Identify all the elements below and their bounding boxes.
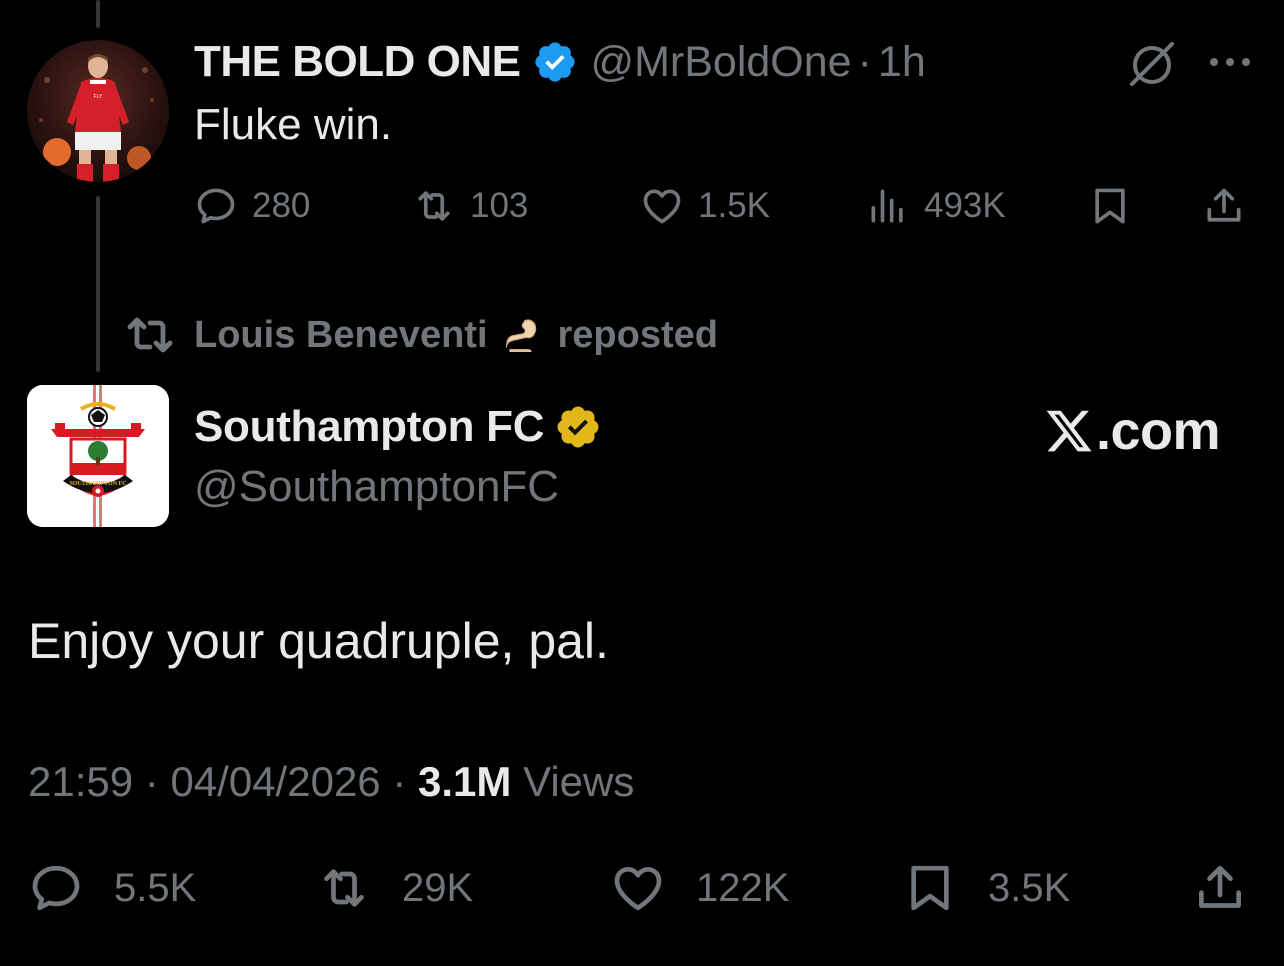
like-button[interactable]: 122K bbox=[610, 856, 789, 920]
svg-text:FLY: FLY bbox=[94, 94, 103, 100]
tweet-time[interactable]: 21:59 bbox=[28, 758, 133, 805]
display-name[interactable]: THE BOLD ONE bbox=[194, 37, 521, 87]
bookmark-button[interactable] bbox=[1088, 178, 1132, 234]
pinched-fingers-emoji bbox=[505, 319, 536, 353]
timestamp[interactable]: 1h bbox=[878, 38, 926, 87]
repost-icon bbox=[418, 191, 450, 221]
separator: · bbox=[144, 758, 159, 805]
share-icon bbox=[1199, 865, 1241, 908]
repost-button[interactable]: 29K bbox=[316, 856, 473, 920]
avatar[interactable]: FLY bbox=[27, 40, 169, 182]
thread-line bbox=[96, 196, 100, 372]
repost-button[interactable]: 103 bbox=[412, 178, 528, 234]
views-count: 3.1M bbox=[418, 758, 512, 805]
tweet-meta: 21:59 · 04/04/2026 · 3.1M Views bbox=[28, 758, 634, 806]
verified-org-badge-icon bbox=[557, 406, 599, 448]
repost-count: 103 bbox=[470, 186, 529, 225]
bookmark-count: 3.5K bbox=[988, 865, 1071, 910]
brand-label: .com bbox=[1096, 401, 1221, 461]
tweet-header: Southampton FC bbox=[194, 400, 602, 454]
views-icon bbox=[871, 189, 903, 223]
bookmark-icon bbox=[1095, 188, 1125, 224]
bookmark-button[interactable]: 3.5K bbox=[902, 856, 1070, 920]
views-label: Views bbox=[523, 758, 635, 805]
share-button[interactable] bbox=[1192, 856, 1248, 920]
like-button[interactable]: 1.5K bbox=[640, 178, 770, 234]
reply-icon bbox=[197, 188, 235, 224]
handle[interactable]: @SouthamptonFC bbox=[194, 462, 559, 512]
x-com-logo[interactable]: .com bbox=[1044, 400, 1221, 462]
x-logo-icon bbox=[1046, 410, 1092, 452]
repost-icon bbox=[324, 869, 364, 907]
tweet-date[interactable]: 04/04/2026 bbox=[170, 758, 380, 805]
bookmark-icon bbox=[911, 865, 949, 911]
like-icon bbox=[614, 867, 662, 911]
reply-button[interactable]: 280 bbox=[194, 178, 310, 234]
repost-count: 29K bbox=[402, 865, 474, 910]
like-count: 122K bbox=[696, 865, 790, 910]
tweet-actions: 280 103 1.5K 493K bbox=[194, 178, 1254, 234]
like-count: 1.5K bbox=[698, 186, 770, 225]
repost-banner[interactable]: Louis Beneventi reposted bbox=[126, 308, 718, 362]
display-name[interactable]: Southampton FC bbox=[194, 402, 544, 452]
views-button[interactable]: 493K bbox=[866, 178, 1006, 234]
grok-icon[interactable] bbox=[1126, 38, 1178, 90]
reposter-name[interactable]: Louis Beneventi bbox=[194, 314, 488, 357]
reply-icon bbox=[32, 865, 80, 911]
tweet-text: Fluke win. bbox=[194, 100, 393, 149]
tweet-text: Enjoy your quadruple, pal. bbox=[28, 613, 609, 669]
separator: · bbox=[857, 37, 872, 86]
handle[interactable]: @MrBoldOne bbox=[590, 38, 851, 87]
share-button[interactable] bbox=[1202, 178, 1246, 234]
svg-text:SOUTHAMPTON FC: SOUTHAMPTON FC bbox=[69, 481, 126, 487]
views-count: 493K bbox=[924, 186, 1006, 225]
like-icon bbox=[643, 189, 681, 224]
separator: · bbox=[392, 758, 407, 805]
tweet-actions: 5.5K 29K 122K 3.5K bbox=[28, 856, 1258, 920]
reply-button[interactable]: 5.5K bbox=[28, 856, 196, 920]
repost-suffix: reposted bbox=[557, 313, 718, 356]
repost-icon bbox=[127, 317, 173, 353]
more-icon[interactable] bbox=[1206, 48, 1254, 76]
share-icon bbox=[1207, 188, 1241, 222]
reply-count: 5.5K bbox=[114, 865, 197, 910]
thread-line-top bbox=[96, 0, 100, 28]
reply-count: 280 bbox=[252, 186, 311, 225]
club-logo-avatar[interactable]: SOUTHAMPTON FC bbox=[27, 385, 169, 527]
verified-badge-icon bbox=[535, 42, 576, 82]
tweet-header: THE BOLD ONE @MrBoldOne · 1h bbox=[194, 36, 926, 88]
